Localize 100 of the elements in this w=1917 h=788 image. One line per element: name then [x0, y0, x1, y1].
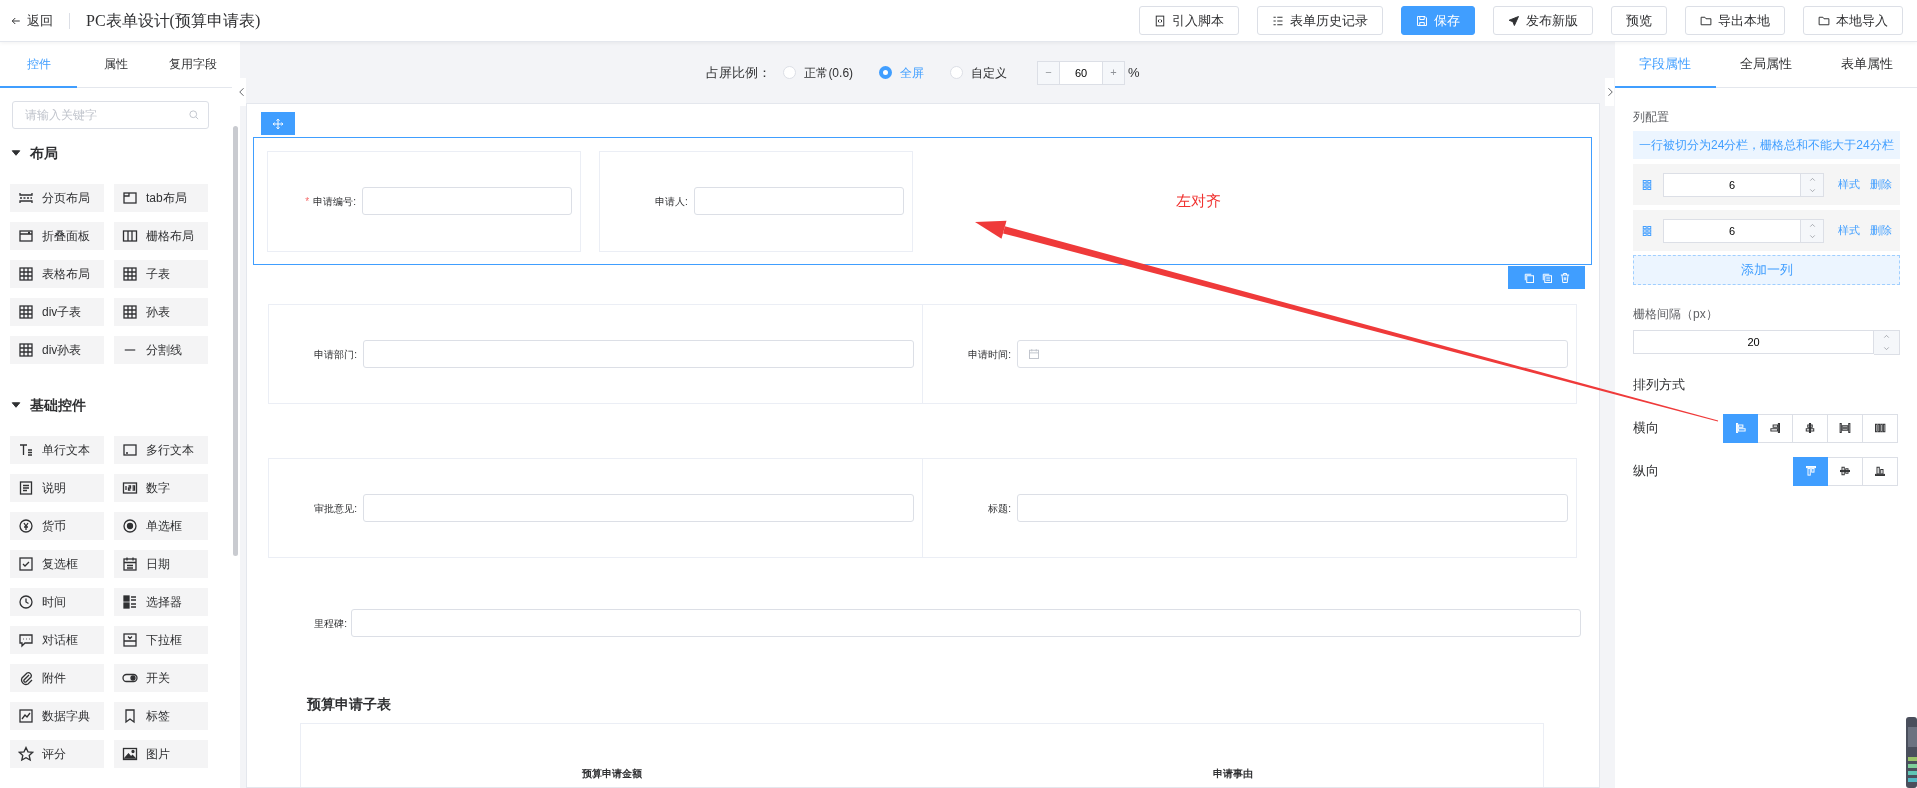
control-item[interactable]: 说明 — [10, 474, 104, 502]
control-item[interactable]: 孙表 — [114, 298, 208, 326]
control-item[interactable]: 多行文本 — [114, 436, 208, 464]
page-title: PC表单设计(预算申请表) — [86, 10, 261, 31]
control-item[interactable]: 开关 — [114, 664, 208, 692]
table-icon — [18, 304, 34, 320]
section-label: 列配置 — [1633, 109, 1670, 126]
field-label: 申请人: — [654, 194, 688, 209]
widget-drawing[interactable] — [1906, 717, 1917, 788]
control-item[interactable]: 货币 — [10, 512, 104, 540]
control-item[interactable]: 附件 — [10, 664, 104, 692]
toolbar-button[interactable]: 发布新版 — [1493, 6, 1593, 35]
image-icon — [122, 746, 138, 762]
number-field[interactable]: 6 — [1663, 218, 1800, 243]
control-item[interactable]: 单选框 — [114, 512, 208, 540]
drag-handle-icon[interactable] — [1641, 178, 1653, 191]
expand-button[interactable] — [1605, 78, 1614, 106]
section-title: 基础控件 — [30, 395, 86, 415]
text-field[interactable] — [362, 187, 572, 215]
unit-label: % — [1128, 63, 1140, 82]
clock-icon — [18, 594, 34, 610]
ratio-option[interactable]: 正常(0.6) — [783, 63, 854, 82]
back-link[interactable]: 返回 — [10, 10, 53, 31]
space-around-icon — [1874, 422, 1886, 434]
number-field[interactable]: 6 — [1663, 172, 1800, 197]
textarea-icon — [122, 442, 138, 458]
control-item[interactable]: 对话框 — [10, 626, 104, 654]
ratio-label: 占屏比例： — [706, 63, 772, 82]
table-icon — [18, 342, 34, 358]
caret-icon[interactable] — [10, 399, 22, 411]
radio-button[interactable] — [879, 66, 893, 79]
panel-tab[interactable]: 全局属性 — [1715, 42, 1817, 88]
align-middle-icon — [1839, 465, 1851, 477]
space-between-icon — [1839, 422, 1851, 434]
toolbar-button[interactable]: 表单历史记录 — [1257, 6, 1383, 35]
control-item[interactable]: 分割线 — [114, 336, 208, 364]
control-item[interactable]: 日期 — [114, 550, 208, 578]
control-item[interactable]: 分页布局 — [10, 184, 104, 212]
text-field[interactable] — [351, 609, 1581, 637]
required-mark: * — [305, 194, 310, 209]
control-item[interactable]: 选择器 — [114, 588, 208, 616]
align-center-icon — [1804, 422, 1816, 434]
folder-icon — [1818, 14, 1830, 27]
text-field[interactable] — [1017, 494, 1568, 522]
section-title: 布局 — [30, 143, 58, 163]
save-icon — [1416, 14, 1428, 27]
control-item[interactable]: 复选框 — [10, 550, 104, 578]
control-item[interactable]: tab布局 — [114, 184, 208, 212]
control-item[interactable]: 时间 — [10, 588, 104, 616]
control-item[interactable]: 数据字典 — [10, 702, 104, 730]
panel-tab[interactable]: 复用字段 — [154, 42, 232, 88]
drag-handle-icon[interactable] — [1641, 224, 1653, 237]
control-item[interactable]: 评分 — [10, 740, 104, 768]
caret-icon[interactable] — [10, 147, 22, 159]
move-handle[interactable] — [261, 112, 295, 135]
copy-icon[interactable] — [1522, 271, 1535, 284]
text-field[interactable] — [693, 187, 904, 215]
document-icon — [18, 480, 34, 496]
yen-icon — [18, 518, 34, 534]
chart-icon — [18, 708, 34, 724]
paperclip-icon — [18, 670, 34, 686]
scrollbar-thumb[interactable] — [233, 126, 238, 556]
zoom-field[interactable]: 60 — [1060, 60, 1103, 85]
text-field[interactable] — [363, 494, 914, 522]
control-item[interactable]: 单行文本 — [10, 436, 104, 464]
copy-icon[interactable] — [1540, 271, 1553, 284]
control-item[interactable]: 图片 — [114, 740, 208, 768]
control-item[interactable]: 表格布局 — [10, 260, 104, 288]
date-field[interactable] — [1017, 340, 1568, 368]
toolbar-button[interactable]: 导出本地 — [1685, 6, 1785, 35]
delete-icon[interactable] — [1558, 271, 1571, 284]
control-item[interactable]: 栅格布局 — [114, 222, 208, 250]
panel-tab[interactable]: 表单属性 — [1816, 42, 1917, 88]
toolbar-button[interactable]: 本地导入 — [1803, 6, 1903, 35]
collapse-button[interactable] — [237, 78, 246, 106]
move-icon — [272, 117, 284, 130]
control-item[interactable]: 子表 — [114, 260, 208, 288]
layout-row[interactable]: * 申请编号: 申请人: 左对齐 — [253, 137, 1592, 265]
text-field[interactable] — [363, 340, 914, 368]
dash-icon — [123, 349, 137, 351]
control-item[interactable]: div孙表 — [10, 336, 104, 364]
panel-tab[interactable]: 属性 — [77, 42, 155, 88]
control-item[interactable]: 下拉框 — [114, 626, 208, 654]
send-icon — [1508, 14, 1520, 27]
search-field[interactable]: 请输入关键字 — [12, 101, 209, 129]
table-icon — [122, 304, 138, 320]
field-label: 里程碑: — [314, 616, 347, 631]
control-item[interactable]: 折叠面板 — [10, 222, 104, 250]
toolbar-button[interactable]: 引入脚本 — [1139, 6, 1239, 35]
number-field[interactable]: 20 — [1633, 330, 1874, 354]
script-icon — [1154, 14, 1166, 27]
ratio-option[interactable]: 自定义 — [950, 63, 1008, 82]
control-item[interactable]: 标签 — [114, 702, 208, 730]
control-item[interactable]: div子表 — [10, 298, 104, 326]
control-item[interactable]: 数字 — [114, 474, 208, 502]
table-icon — [122, 266, 138, 282]
panel-icon — [18, 228, 34, 244]
field-label: 申请时间: — [968, 347, 1011, 362]
align-left-icon — [1734, 422, 1747, 434]
toolbar-button[interactable]: 预览 — [1611, 6, 1667, 35]
